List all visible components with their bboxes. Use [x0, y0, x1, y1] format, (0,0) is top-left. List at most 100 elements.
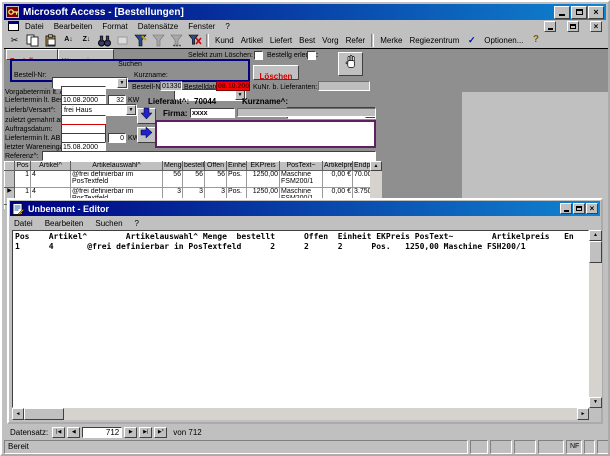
col-menge[interactable]: Menge [163, 162, 183, 171]
find-icon[interactable] [96, 33, 113, 47]
col-einheit[interactable]: Einhe [227, 162, 247, 171]
arrow-right-button[interactable] [137, 127, 156, 143]
new-record-button[interactable]: ▶* [154, 427, 167, 438]
next-record-button[interactable]: ▶ [124, 427, 137, 438]
liefert-button[interactable]: Liefert [267, 35, 295, 46]
editor-window: Unbenannt - Editor × Datei Bearbeiten Su… [7, 198, 603, 424]
menu-format[interactable]: Format [102, 22, 127, 31]
editor-close-button[interactable]: × [586, 203, 598, 214]
firma-short-field[interactable]: xxxx [190, 108, 235, 118]
record-count-label: von 712 [173, 428, 201, 437]
scroll-up-icon[interactable]: ▲ [370, 161, 382, 171]
spellcheck-icon[interactable]: ✓ [463, 33, 480, 47]
last-record-button[interactable]: ▶| [139, 427, 152, 438]
format-painter-icon[interactable] [114, 33, 131, 47]
bestellnr-value: 01330 [160, 81, 182, 91]
bestelldatum-value: 08.10.2003 [216, 81, 250, 91]
bestellg-erledigt-checkbox[interactable] [307, 51, 316, 60]
record-navigation: Datensatz: |◀ ◀ 712 ▶ ▶| ▶* von 712 [4, 426, 610, 439]
restore-button[interactable] [571, 6, 587, 19]
editor-text-area[interactable]: Pos Artikel^ Artikelauswahl^ Menge beste… [12, 230, 589, 408]
selekt-zum-loeschen-checkbox[interactable] [254, 51, 263, 60]
loeschen-button[interactable]: Löschen [253, 65, 299, 80]
menu-bearbeiten[interactable]: Bearbeiten [54, 22, 93, 31]
editor-minimize-button[interactable] [560, 203, 572, 214]
current-record-icon: ▶ [7, 188, 12, 194]
arrow-down-button[interactable] [137, 108, 156, 124]
sort-ascending-icon[interactable]: A↓ [60, 33, 77, 47]
kw2-field[interactable]: 0 [108, 133, 126, 143]
menu-hilfe[interactable]: ? [225, 22, 229, 31]
first-record-button[interactable]: |◀ [52, 427, 65, 438]
merke-button[interactable]: Merke [377, 35, 405, 46]
vorg-button[interactable]: Vorg [319, 35, 341, 46]
kurzname-label: Kurzname^: [242, 97, 288, 106]
sort-descending-icon[interactable]: Z↓ [78, 33, 95, 47]
filter-by-form-icon[interactable] [132, 33, 149, 47]
editor-maximize-button[interactable] [573, 203, 585, 214]
scroll-right-icon[interactable]: ► [577, 408, 589, 420]
scroll-down-icon[interactable]: ▼ [589, 397, 602, 408]
menu-bar: Datei Bearbeiten Format Datensätze Fenst… [4, 20, 606, 32]
editor-menu-bearbeiten[interactable]: Bearbeiten [45, 219, 84, 228]
artikel-button[interactable]: Artikel [238, 35, 266, 46]
editor-vertical-scrollbar[interactable]: ▲ ▼ [589, 230, 602, 408]
optionen-button[interactable]: Optionen... [481, 35, 526, 46]
menu-datensaetze[interactable]: Datensätze [138, 22, 178, 31]
chevron-down-icon[interactable]: ▼ [126, 105, 136, 115]
kund-button[interactable]: Kund [212, 35, 237, 46]
scroll-up-icon[interactable]: ▲ [589, 230, 602, 241]
paste-icon[interactable] [42, 33, 59, 47]
status-panel [470, 440, 488, 454]
editor-menu-suchen[interactable]: Suchen [95, 219, 122, 228]
best-button[interactable]: Best [296, 35, 318, 46]
editor-horizontal-scrollbar[interactable]: ◄ ► [12, 408, 589, 420]
firma-address-box[interactable] [155, 120, 376, 148]
referenz-field[interactable] [42, 151, 376, 161]
filter-by-selection-icon[interactable] [150, 33, 167, 47]
col-artikelauswahl[interactable]: Artikelauswahl^ [71, 162, 163, 171]
form-window-icon[interactable] [8, 21, 19, 31]
child-minimize-button[interactable] [544, 21, 556, 32]
col-artikel[interactable]: Artikel^ [31, 162, 71, 171]
col-endpreis[interactable]: Endp [353, 162, 371, 171]
lieferant-value: 70044 [194, 97, 216, 106]
col-pos[interactable]: Pos [15, 162, 31, 171]
menu-datei[interactable]: Datei [25, 22, 44, 31]
regiezentrum-button[interactable]: Regiezentrum [406, 35, 462, 46]
chevron-down-icon[interactable]: ▼ [117, 78, 127, 88]
col-postext[interactable]: PosText~ [280, 162, 323, 171]
scroll-left-icon[interactable]: ◄ [12, 408, 24, 420]
kunr-lieferanten-field[interactable] [318, 81, 370, 91]
notepad-icon [12, 203, 24, 215]
col-ekpreis[interactable]: EKPreis [247, 162, 280, 171]
col-offen[interactable]: Offen [205, 162, 227, 171]
editor-menu-hilfe[interactable]: ? [135, 219, 139, 228]
hand-button[interactable] [338, 52, 363, 76]
cut-icon[interactable]: ✂ [6, 33, 23, 47]
window-title: Microsoft Access - [Bestellungen] [23, 7, 553, 18]
close-icon: × [593, 8, 598, 17]
col-artikelpreis[interactable]: Artikelpreis [323, 162, 353, 171]
help-icon[interactable]: ? [527, 33, 544, 47]
row-selector[interactable] [5, 171, 15, 188]
refer-button[interactable]: Refer [343, 35, 369, 46]
minimize-button[interactable] [554, 6, 570, 19]
scrollbar-thumb[interactable] [24, 408, 64, 420]
menu-fenster[interactable]: Fenster [188, 22, 215, 31]
editor-title-bar[interactable]: Unbenannt - Editor × [10, 201, 600, 216]
referenz-label: Referenz^: [5, 152, 39, 161]
col-bestellt[interactable]: bestellt [183, 162, 205, 171]
copy-icon[interactable] [24, 33, 41, 47]
remove-filter-icon[interactable] [186, 33, 203, 47]
child-restore-button[interactable] [567, 21, 579, 32]
firma-extra-field[interactable] [237, 108, 376, 117]
editor-menu-datei[interactable]: Datei [14, 219, 33, 228]
title-bar[interactable]: Microsoft Access - [Bestellungen] × [4, 4, 606, 20]
previous-record-button[interactable]: ◀ [67, 427, 80, 438]
record-number-input[interactable]: 712 [82, 427, 122, 438]
scrollbar-thumb[interactable] [589, 241, 602, 263]
close-button[interactable]: × [588, 6, 604, 19]
child-close-button[interactable]: × [590, 21, 602, 32]
advanced-filter-icon[interactable] [168, 33, 185, 47]
